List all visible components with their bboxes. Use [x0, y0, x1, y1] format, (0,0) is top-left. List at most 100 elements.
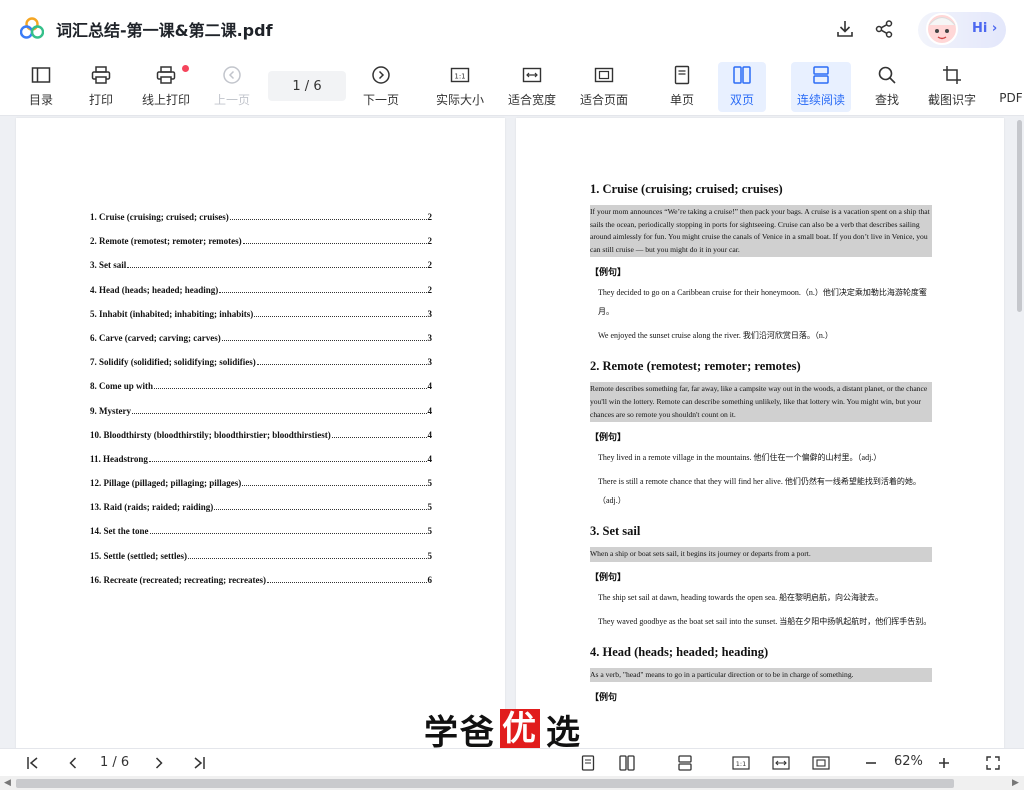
toc-entry[interactable]: 9. Mystery 4 — [90, 406, 432, 430]
toc-entry-title: 15. Settle (settled; settles) — [90, 550, 187, 561]
toc-entry[interactable]: 14. Set the tone 5 — [90, 526, 432, 550]
fit-page-icon — [594, 67, 614, 83]
fit-page-button[interactable]: 适合页面 — [578, 62, 630, 112]
double-page-button[interactable]: 双页 — [718, 62, 766, 112]
toc-entry[interactable]: 11. Headstrong 4 — [90, 454, 432, 478]
fit-width-small-icon[interactable] — [772, 754, 790, 772]
toc-entry[interactable]: 1. Cruise (cruising; cruised; cruises) 2 — [90, 212, 432, 236]
toc-entry[interactable]: 7. Solidify (solidified; solidifying; so… — [90, 357, 432, 381]
example-heading: 【例句 — [590, 692, 618, 703]
toc-entry-title: 9. Mystery — [90, 405, 131, 416]
app-logo-icon — [20, 17, 44, 39]
toc-leader-dots — [154, 388, 427, 390]
svg-text:1:1: 1:1 — [454, 73, 465, 81]
toolbar: 目录 打印 线上打印 上一页 1 / 6 下一页 1:1 实际大小 适合宽度 适… — [0, 58, 1024, 116]
toc-entry[interactable]: 6. Carve (carved; carving; carves) 3 — [90, 333, 432, 357]
title-bar: 词汇总结-第一课&第二课.pdf Hi › — [0, 0, 1024, 58]
toc-entry-title: 2. Remote (remotest; remoter; remotes) — [90, 236, 242, 247]
watermark-logo: 学爸优选 — [424, 709, 582, 753]
toc-entry[interactable]: 3. Set sail 2 — [90, 260, 432, 284]
next-page-button[interactable]: 下一页 — [362, 62, 400, 112]
download-icon[interactable] — [834, 18, 856, 40]
vertical-scrollbar[interactable] — [1017, 120, 1022, 312]
example-sentence: They decided to go on a Caribbean cruise… — [598, 288, 927, 317]
toc-entry-title: 4. Head (heads; headed; heading) — [90, 284, 219, 295]
scrollbar-thumb[interactable] — [16, 779, 954, 788]
toc-entry[interactable]: 16. Recreate (recreated; recreating; rec… — [90, 575, 432, 599]
toc-entry-page: 2 — [427, 284, 433, 295]
chevron-right-icon[interactable] — [150, 754, 168, 772]
continuous-reading-button[interactable]: 连续阅读 — [791, 62, 851, 112]
single-page-button[interactable]: 单页 — [666, 62, 698, 112]
toc-leader-dots — [331, 436, 427, 438]
last-page-icon[interactable] — [190, 754, 208, 772]
toc-button[interactable]: 目录 — [26, 62, 56, 112]
toc-leader-dots — [127, 267, 427, 269]
chevron-left-icon[interactable] — [64, 754, 82, 772]
single-page-mode-icon[interactable] — [579, 754, 597, 772]
toc-entry-title: 10. Bloodthirsty (bloodthirstily; bloodt… — [90, 429, 331, 440]
chevron-right-circle-icon — [372, 66, 390, 84]
find-button[interactable]: 查找 — [872, 62, 902, 112]
toc-entry-page: 3 — [427, 332, 433, 343]
search-icon — [878, 66, 896, 84]
toc-entry[interactable]: 15. Settle (settled; settles) 5 — [90, 551, 432, 575]
entry-head: 4. Head (heads; headed; heading) As a ve… — [590, 645, 932, 704]
toc-entry-title: 13. Raid (raids; raided; raiding) — [90, 502, 214, 513]
scroll-right-arrow-icon[interactable]: ▶ — [1012, 778, 1019, 788]
online-print-button[interactable]: 线上打印 — [140, 62, 192, 112]
bottom-page-indicator[interactable]: 1 / 6 — [100, 755, 129, 770]
toc-entry-page: 4 — [427, 381, 433, 392]
toc-entry[interactable]: 2. Remote (remotest; remoter; remotes) 2 — [90, 236, 432, 260]
toc-entry-page: 5 — [427, 526, 433, 537]
screenshot-ocr-button[interactable]: 截图识字 — [926, 62, 978, 112]
toc-leader-dots — [149, 533, 427, 535]
actual-size-icon: 1:1 — [450, 67, 470, 83]
toc-entry[interactable]: 12. Pillage (pillaged; pillaging; pillag… — [90, 478, 432, 502]
pdf-viewer[interactable]: 1. Cruise (cruising; cruised; cruises) 2 2… — [0, 116, 1024, 748]
toc-entry[interactable]: 4. Head (heads; headed; heading) 2 — [90, 285, 432, 309]
first-page-icon[interactable] — [24, 754, 42, 772]
toc-entry-title: 12. Pillage (pillaged; pillaging; pillag… — [90, 478, 242, 489]
continuous-reading-icon — [813, 66, 829, 84]
fullscreen-icon[interactable] — [984, 754, 1002, 772]
zoom-in-icon[interactable] — [935, 754, 953, 772]
pdf-more-button[interactable]: PDF — [998, 62, 1024, 112]
double-page-mode-icon[interactable] — [618, 754, 636, 772]
toc-leader-dots — [254, 315, 427, 317]
entry-heading: 1. Cruise (cruising; cruised; cruises) — [590, 182, 783, 196]
toc-entry-title: 3. Set sail — [90, 260, 127, 271]
fit-width-icon — [522, 67, 542, 83]
notification-dot — [182, 65, 189, 72]
toc-entry[interactable]: 10. Bloodthirsty (bloodthirstily; bloodt… — [90, 430, 432, 454]
toc-leader-dots — [221, 339, 427, 341]
share-icon[interactable] — [873, 18, 895, 40]
entry-definition: Remote describes something far, far away… — [590, 382, 932, 423]
bottom-bar: 1 / 6 1:1 62% — [0, 748, 1024, 776]
prev-page-button[interactable]: 上一页 — [214, 62, 250, 112]
print-button[interactable]: 打印 — [86, 62, 116, 112]
horizontal-scrollbar[interactable]: ◀ ▶ — [0, 776, 1024, 790]
fit-page-small-icon[interactable] — [812, 754, 830, 772]
assistant-button[interactable]: Hi › — [918, 12, 1006, 48]
scroll-left-arrow-icon[interactable]: ◀ — [4, 778, 11, 788]
example-sentence: They lived in a remote village in the mo… — [598, 453, 882, 463]
fit-width-button[interactable]: 适合宽度 — [506, 62, 558, 112]
single-page-icon — [674, 65, 690, 85]
zoom-level[interactable]: 62% — [894, 754, 923, 769]
continuous-mode-icon[interactable] — [676, 754, 694, 772]
example-sentence: They waved goodbye as the boat set sail … — [598, 616, 932, 626]
toc-entry[interactable]: 5. Inhabit (inhabited; inhabiting; inhab… — [90, 309, 432, 333]
page-number-input[interactable]: 1 / 6 — [268, 71, 346, 101]
entry-definition: As a verb, "head" means to go in a parti… — [590, 667, 932, 683]
toc-leader-dots — [148, 460, 427, 462]
assistant-avatar-icon — [926, 13, 958, 45]
toc-entry-page: 5 — [427, 478, 433, 489]
actual-size-small-icon[interactable]: 1:1 — [732, 754, 750, 772]
toc-entry-title: 5. Inhabit (inhabited; inhabiting; inhab… — [90, 308, 254, 319]
toc-entry[interactable]: 8. Come up with 4 — [90, 381, 432, 405]
actual-size-button[interactable]: 1:1 实际大小 — [434, 62, 486, 112]
zoom-out-icon[interactable] — [862, 754, 880, 772]
toc-entry[interactable]: 13. Raid (raids; raided; raiding) 5 — [90, 502, 432, 526]
toc-entry-page: 4 — [427, 453, 433, 464]
